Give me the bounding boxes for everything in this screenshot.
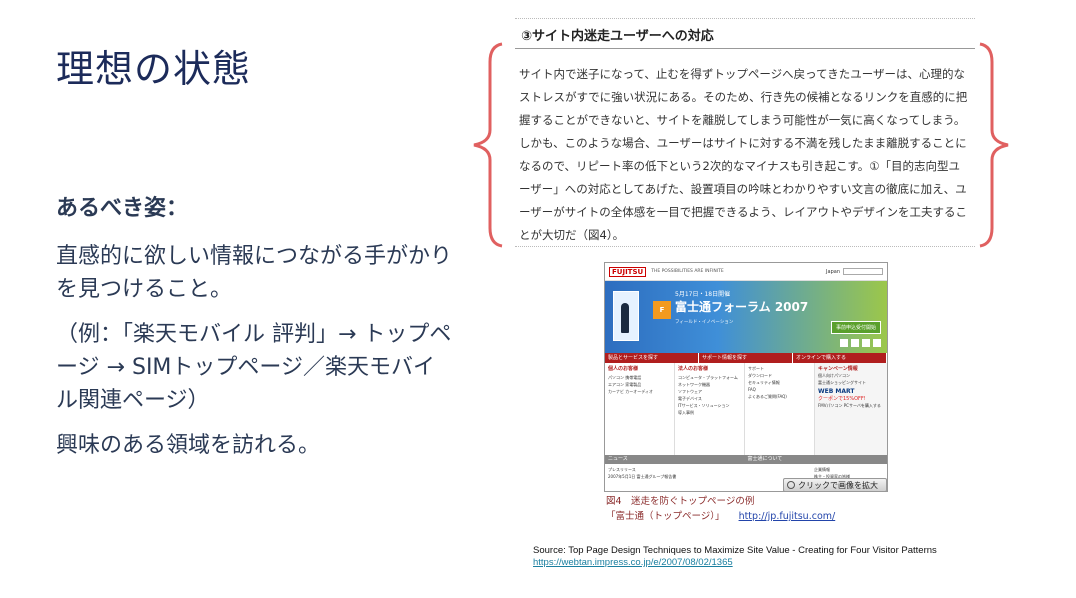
left-column: あるべき姿： 直感的に欲しい情報につながる手がかりを見つけること。 （例：「楽天… xyxy=(56,190,456,474)
figure-caption: 図4 迷走を防ぐトップページの例 「富士通（トップページ）」 http://jp.… xyxy=(606,494,835,524)
paragraph-1: 直感的に欲しい情報につながる手がかりを見つけること。 xyxy=(56,244,453,302)
ss-promo: キャンペーン情報 個人向けパソコン 富士通ショッピングサイト WEB MART … xyxy=(815,363,887,455)
forum-title: 富士通フォーラム 2007 xyxy=(675,300,809,314)
zoom-image-button[interactable]: クリックで画像を拡大 xyxy=(783,478,887,492)
article-body: サイト内で迷子になって、止むを得ずトップページへ戻ってきたユーザーは、心理的なス… xyxy=(519,67,968,242)
ss-nav-products: 製品とサービスを探す xyxy=(605,353,699,363)
ss-col-business: 法人のお客様 コンピュータ・プラットフォーム ネットワーク機器 ソフトウェア 電… xyxy=(675,363,745,455)
person-figure-icon xyxy=(621,303,629,333)
figure-caption-line1: 図4 迷走を防ぐトップページの例 xyxy=(606,496,755,507)
ss-columns: 個人のお客様 パソコン 携帯電話 エアコン 家電製品 カーナビ カーオーディオ … xyxy=(605,363,887,455)
ss-col-support: サポート ダウンロード セキュリティ情報 FAQ よくあるご質問(FAQ) xyxy=(745,363,815,455)
ss-news-bar: ニュース 富士通について xyxy=(605,455,887,464)
paragraph-3: 興味のある領域を訪れる。 xyxy=(56,433,321,458)
right-brace-icon xyxy=(979,42,1009,248)
ideal-state-subhead: あるべき姿： xyxy=(56,196,189,221)
source-citation: Source: Top Page Design Techniques to Ma… xyxy=(533,545,937,569)
ss-header: FUJITSU THE POSSIBILITIES ARE INFINITE J… xyxy=(605,263,887,281)
source-link[interactable]: https://webtan.impress.co.jp/e/2007/08/0… xyxy=(533,557,937,569)
ss-nav-bar: 製品とサービスを探す サポート情報を探す オンラインで購入する xyxy=(605,353,887,363)
fujitsu-logo: FUJITSU xyxy=(609,266,647,277)
ss-japan-label: Japan xyxy=(826,268,840,275)
article-excerpt: ③サイト内迷走ユーザーへの対応 サイト内で迷子になって、止むを得ずトップページへ… xyxy=(515,18,975,247)
ss-nav-online: オンラインで購入する xyxy=(793,353,887,363)
banner-date: 5月17日・18日開催 xyxy=(675,291,731,298)
fujitsu-link[interactable]: http://jp.fujitsu.com/ xyxy=(739,511,836,522)
forum-logo-icon: F xyxy=(653,301,671,319)
slide-title: 理想の状態 xyxy=(56,47,252,91)
source-text: Source: Top Page Design Techniques to Ma… xyxy=(533,545,937,556)
register-button: 事前申込受付開始 xyxy=(830,321,881,334)
fujitsu-homepage-screenshot[interactable]: FUJITSU THE POSSIBILITIES ARE INFINITE J… xyxy=(604,262,888,492)
article-heading: ③サイト内迷走ユーザーへの対応 xyxy=(521,29,714,44)
banner-icons xyxy=(840,339,881,347)
forum-subtitle: フィールド・イノベーション xyxy=(675,320,734,325)
magnifier-icon xyxy=(787,481,795,489)
left-brace-icon xyxy=(473,42,503,248)
ss-tagline: THE POSSIBILITIES ARE INFINITE xyxy=(651,269,724,274)
zoom-image-label: クリックで画像を拡大 xyxy=(798,480,878,490)
ss-search-input xyxy=(843,268,883,275)
ss-nav-support: サポート情報を探す xyxy=(699,353,793,363)
forum-banner: 5月17日・18日開催 F 富士通フォーラム 2007 フィールド・イノベーショ… xyxy=(605,281,887,353)
article-bottom-divider xyxy=(515,246,975,247)
paragraph-2: （例：「楽天モバイル 評判」→ トップページ → SIMトップページ／楽天モバイ… xyxy=(56,322,452,413)
figure-caption-line2: 「富士通（トップページ）」 xyxy=(606,511,725,522)
ss-col-personal: 個人のお客様 パソコン 携帯電話 エアコン 家電製品 カーナビ カーオーディオ xyxy=(605,363,675,455)
